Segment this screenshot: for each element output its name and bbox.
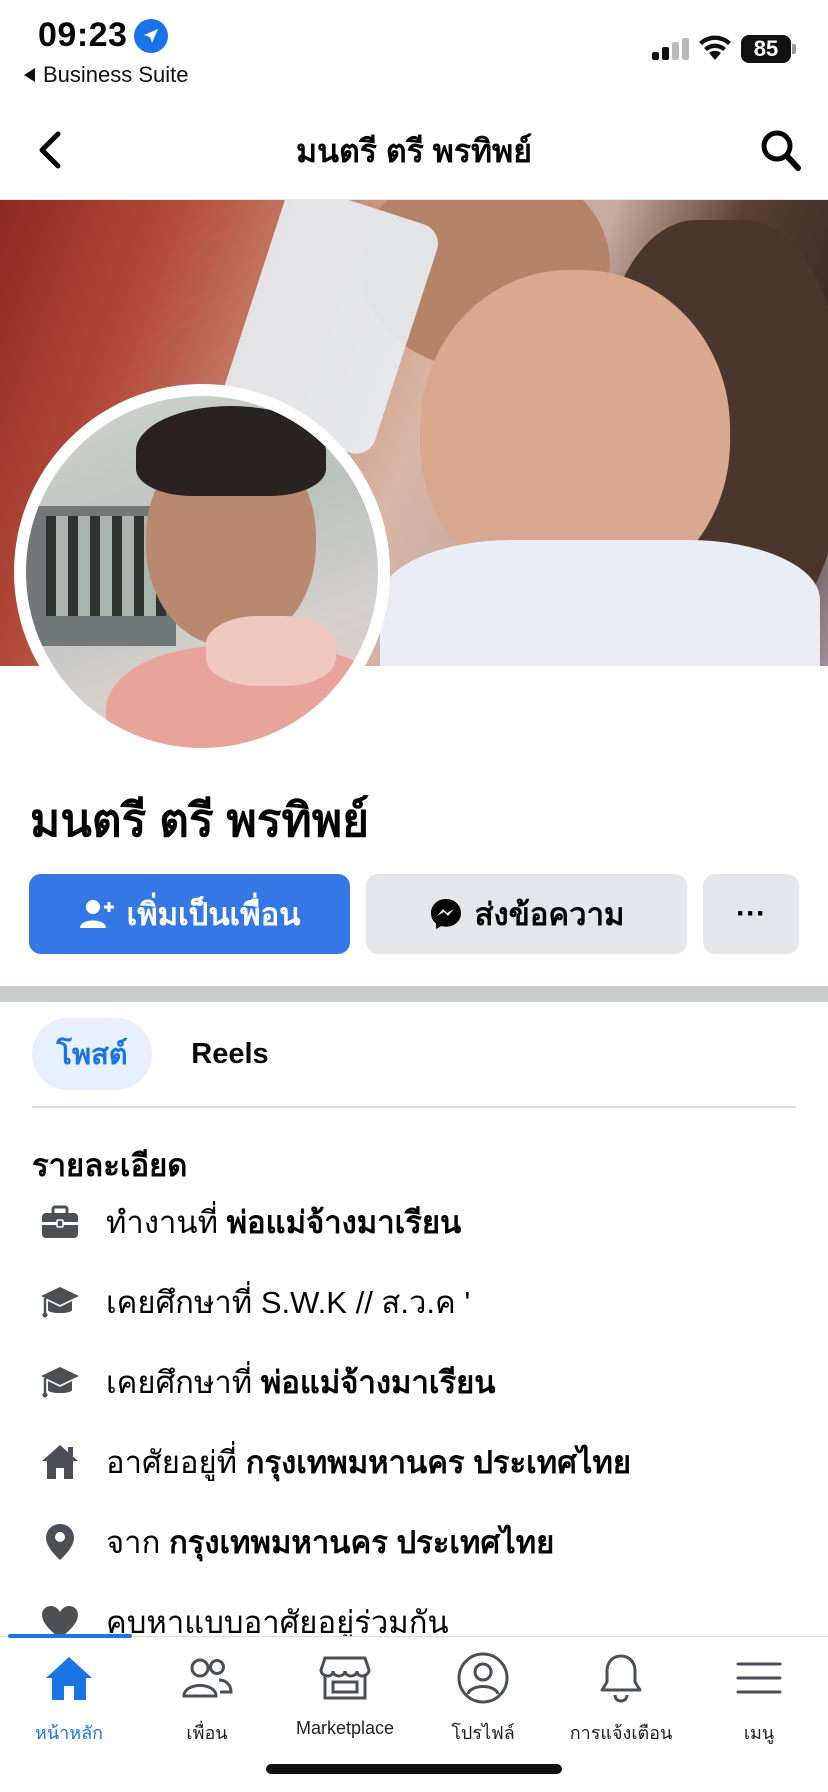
- location-arrow-icon: [134, 19, 168, 53]
- bottom-tab-label: โปรไฟล์: [451, 1723, 515, 1743]
- profile-icon: [455, 1650, 511, 1706]
- location-pin-icon: [36, 1518, 84, 1566]
- tab-divider: [32, 1106, 796, 1108]
- detail-row-lives-in[interactable]: อาศัยอยู่ที่ กรุงเทพมหานคร ประเทศไทย: [36, 1434, 816, 1490]
- wifi-icon: [699, 35, 731, 60]
- detail-text: เคยศึกษาที่ S.W.K // ส.ว.ค ': [106, 1285, 471, 1320]
- status-time: 09:23: [38, 16, 128, 54]
- tab-reels[interactable]: Reels: [168, 1018, 292, 1090]
- back-app-label: Business Suite: [43, 62, 189, 87]
- messenger-icon: [430, 899, 461, 929]
- message-label: ส่งข้อความ: [474, 897, 625, 932]
- bottom-tab-menu[interactable]: เมนู: [690, 1650, 828, 1750]
- bottom-tab-friends[interactable]: เพื่อน: [138, 1650, 276, 1750]
- detail-text: เคยศึกษาที่ พ่อแม่จ้างมาเรียน: [106, 1365, 496, 1400]
- detail-row-from[interactable]: จาก กรุงเทพมหานคร ประเทศไทย: [36, 1514, 816, 1570]
- bottom-tab-profile[interactable]: โปรไฟล์: [414, 1650, 552, 1750]
- bottom-tab-label: การแจ้งเตือน: [569, 1723, 673, 1743]
- bottom-tab-label: หน้าหลัก: [34, 1723, 104, 1743]
- add-friend-button[interactable]: เพิ่มเป็นเพื่อน: [29, 874, 350, 954]
- add-friend-label: เพิ่มเป็นเพื่อน: [126, 897, 301, 932]
- section-divider: [0, 986, 828, 1002]
- page-title: มนตรี ตรี พรทิพย์: [296, 133, 532, 169]
- profile-picture[interactable]: [26, 396, 378, 748]
- cellular-signal-icon: [652, 38, 690, 60]
- detail-text: ทำงานที่ พ่อแม่จ้างมาเรียน: [106, 1205, 462, 1240]
- back-to-app-link[interactable]: Business Suite: [24, 62, 189, 88]
- home-icon: [41, 1650, 97, 1706]
- detail-text: จาก กรุงเทพมหานคร ประเทศไทย: [106, 1525, 555, 1560]
- graduation-cap-icon: [36, 1278, 84, 1326]
- bell-icon: [593, 1650, 649, 1706]
- top-nav-bar: มนตรี ตรี พรทิพย์: [0, 104, 828, 200]
- more-options-button[interactable]: ···: [703, 874, 799, 954]
- home-indicator: [266, 1764, 562, 1774]
- bottom-tab-label: Marketplace: [295, 1718, 395, 1738]
- briefcase-icon: [36, 1198, 84, 1246]
- back-triangle-icon: [24, 68, 35, 82]
- search-icon[interactable]: [758, 126, 802, 174]
- bottom-tab-home[interactable]: หน้าหลัก: [0, 1650, 138, 1750]
- detail-row-education[interactable]: เคยศึกษาที่ พ่อแม่จ้างมาเรียน: [36, 1354, 816, 1410]
- home-icon: [36, 1438, 84, 1486]
- battery-cap: [792, 44, 796, 54]
- detail-row-education[interactable]: เคยศึกษาที่ S.W.K // ส.ว.ค ': [36, 1274, 816, 1330]
- add-friend-icon: [79, 900, 114, 928]
- bottom-tab-label: เมนู: [743, 1723, 775, 1743]
- bottom-tab-label: เพื่อน: [186, 1723, 228, 1743]
- bottom-tab-marketplace[interactable]: Marketplace: [276, 1650, 414, 1750]
- marketplace-icon: [317, 1650, 373, 1706]
- more-options-label: ···: [736, 897, 766, 930]
- detail-row-work[interactable]: ทำงานที่ พ่อแม่จ้างมาเรียน: [36, 1194, 816, 1250]
- friends-icon: [179, 1650, 235, 1706]
- active-tab-indicator: [8, 1634, 132, 1638]
- battery-indicator: 85: [741, 35, 791, 63]
- detail-text: อาศัยอยู่ที่ กรุงเทพมหานคร ประเทศไทย: [106, 1445, 632, 1480]
- status-bar: 09:23 Business Suite 85: [0, 0, 828, 96]
- graduation-cap-icon: [36, 1358, 84, 1406]
- message-button[interactable]: ส่งข้อความ: [366, 874, 687, 954]
- menu-icon: [731, 1650, 787, 1706]
- details-heading: รายละเอียด: [32, 1148, 188, 1183]
- tab-posts[interactable]: โพสต์: [32, 1018, 152, 1090]
- profile-name: มนตรี ตรี พรทิพย์: [30, 794, 370, 846]
- bottom-tab-notifications[interactable]: การแจ้งเตือน: [552, 1650, 690, 1750]
